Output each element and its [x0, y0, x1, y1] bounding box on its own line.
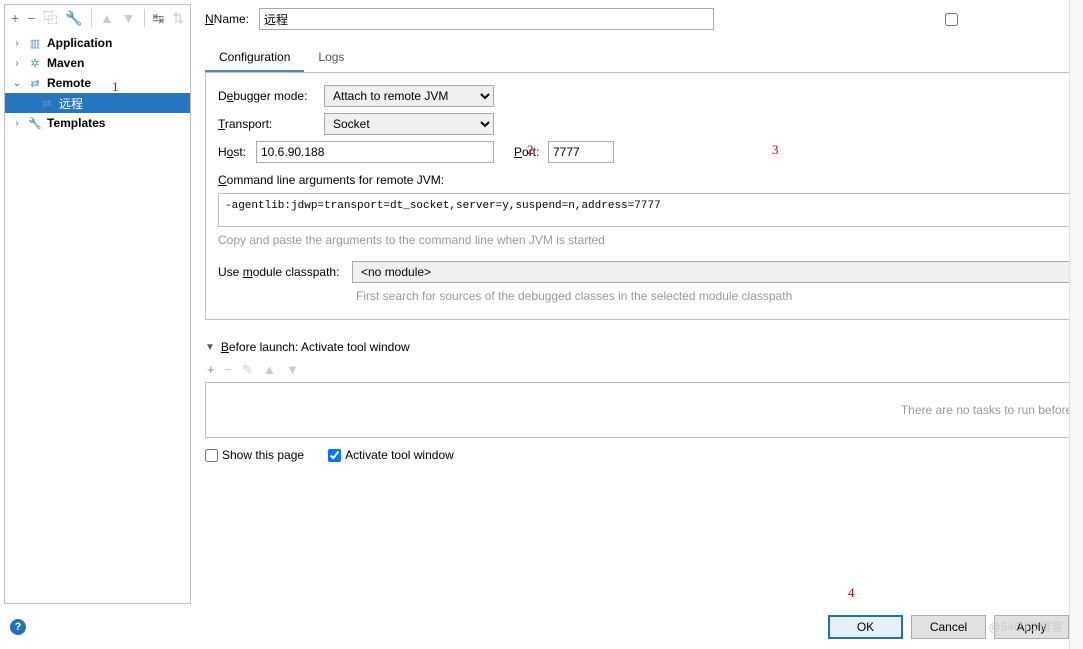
before-launch-section: ▼ Before launch: Activate tool window + … — [205, 340, 1083, 462]
cmd-args-hint: Copy and paste the arguments to the comm… — [218, 233, 1083, 247]
remove-task-icon[interactable]: − — [225, 362, 233, 378]
tabs: Configuration Logs — [205, 44, 1083, 73]
tree-label: Maven — [47, 56, 84, 70]
main-panel: NName: Share Single instance only Config… — [191, 0, 1083, 649]
add-icon[interactable]: + — [11, 10, 19, 26]
config-tree: › ▥ Application › ✲ Maven ⌄ ⇄ Remote ⇄ 远… — [5, 31, 190, 603]
debugger-mode-label: Debugger mode: — [218, 89, 324, 103]
cmd-args-label: Command line arguments for remote JVM: — [218, 173, 444, 187]
module-classpath-label: Use module classpath: — [218, 265, 352, 279]
separator — [144, 9, 145, 27]
tree-item-templates[interactable]: › 🔧 Templates — [5, 113, 190, 133]
host-label: Host: — [218, 145, 256, 159]
right-gutter — [1069, 0, 1083, 649]
module-hint: First search for sources of the debugged… — [356, 289, 1083, 303]
wrench-icon[interactable]: 🔧 — [65, 10, 82, 27]
templates-icon: 🔧 — [27, 115, 43, 131]
name-label: NName: — [205, 12, 249, 26]
configuration-panel: Debugger mode: Attach to remote JVM Tran… — [205, 73, 1083, 320]
up-task-icon[interactable]: ▲ — [263, 362, 276, 378]
help-button[interactable]: ? — [10, 619, 26, 635]
down-task-icon[interactable]: ▼ — [286, 362, 299, 378]
copy-icon[interactable]: ⿻ — [43, 8, 57, 28]
module-classpath-select[interactable]: <no module> — [352, 261, 1083, 283]
sort2-icon[interactable]: ⇅ — [172, 10, 184, 27]
cancel-button[interactable]: Cancel — [911, 615, 986, 639]
sort-icon[interactable]: ↹ — [153, 10, 165, 27]
ok-button[interactable]: OK — [828, 615, 903, 639]
separator — [91, 9, 92, 27]
down-icon[interactable]: ▼ — [122, 10, 136, 26]
collapse-icon[interactable]: ▼ — [205, 342, 215, 353]
expand-icon[interactable]: › — [11, 118, 23, 129]
edit-task-icon[interactable]: ✎ — [242, 362, 253, 378]
remote-icon: ⇄ — [27, 75, 43, 91]
before-launch-toolbar: + − ✎ ▲ ▼ — [205, 360, 1083, 382]
application-icon: ▥ — [27, 35, 43, 51]
collapse-icon[interactable]: ⌄ — [11, 78, 23, 89]
port-input[interactable] — [548, 141, 614, 163]
tree-toolbar: + − ⿻ 🔧 ▲ ▼ ↹ ⇅ — [5, 5, 190, 31]
before-launch-title: Before launch: Activate tool window — [221, 340, 410, 354]
tree-label: Remote — [47, 76, 91, 90]
transport-label: Transport: — [218, 117, 324, 131]
host-input[interactable] — [256, 141, 494, 163]
tab-logs[interactable]: Logs — [304, 44, 358, 72]
tree-label: Application — [47, 36, 112, 50]
add-task-icon[interactable]: + — [207, 362, 215, 378]
expand-icon[interactable]: › — [11, 58, 23, 69]
debugger-mode-select[interactable]: Attach to remote JVM — [324, 85, 494, 107]
show-this-page-checkbox[interactable]: Show this page — [205, 448, 304, 462]
port-label: Port: — [514, 145, 548, 159]
tree-item-remote-config[interactable]: ⇄ 远程 — [5, 93, 190, 113]
transport-select[interactable]: Socket — [324, 113, 494, 135]
tree-item-maven[interactable]: › ✲ Maven — [5, 53, 190, 73]
up-icon[interactable]: ▲ — [100, 10, 114, 26]
expand-icon[interactable]: › — [11, 38, 23, 49]
before-launch-list[interactable]: There are no tasks to run before launch — [205, 382, 1083, 438]
remove-icon[interactable]: − — [27, 10, 35, 26]
remote-config-icon: ⇄ — [39, 95, 55, 111]
cmd-args-box[interactable]: -agentlib:jdwp=transport=dt_socket,serve… — [218, 193, 1083, 227]
tree-label: 远程 — [59, 95, 83, 112]
activate-tool-window-checkbox[interactable]: Activate tool window — [328, 448, 454, 462]
tree-item-application[interactable]: › ▥ Application — [5, 33, 190, 53]
share-checkbox[interactable]: Share — [714, 12, 1083, 26]
watermark: @54CTO博客 — [988, 618, 1063, 635]
config-tree-panel: + − ⿻ 🔧 ▲ ▼ ↹ ⇅ › ▥ Application › ✲ Mave… — [4, 4, 191, 604]
tab-configuration[interactable]: Configuration — [205, 44, 304, 72]
tree-item-remote[interactable]: ⌄ ⇄ Remote — [5, 73, 190, 93]
tree-label: Templates — [47, 116, 105, 130]
name-input[interactable] — [259, 8, 714, 30]
maven-icon: ✲ — [27, 55, 43, 71]
